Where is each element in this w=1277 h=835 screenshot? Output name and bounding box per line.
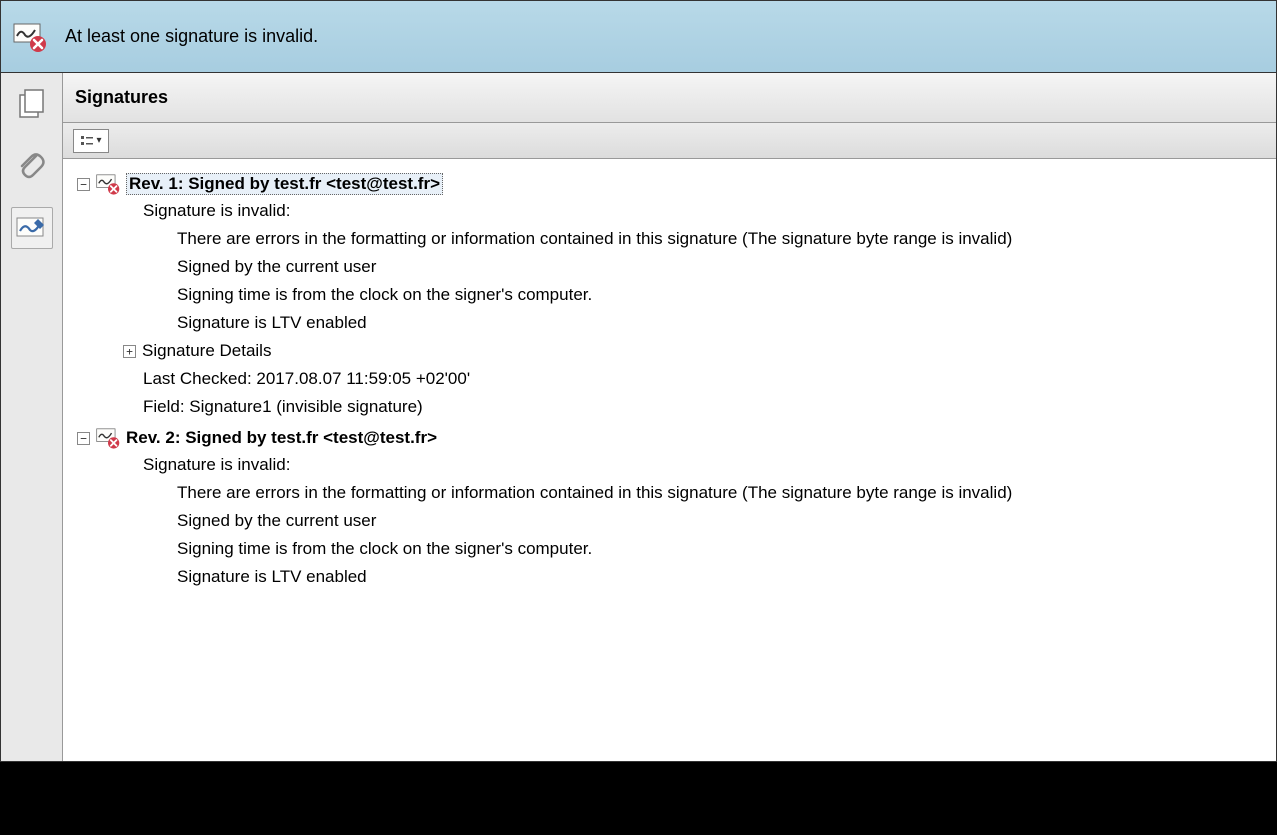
collapse-toggle[interactable]: − bbox=[77, 178, 90, 191]
signature-message: Signature is LTV enabled bbox=[177, 567, 367, 587]
chevron-down-icon: ▾ bbox=[96, 135, 101, 146]
signature-message: Signed by the current user bbox=[177, 511, 376, 531]
app-window: At least one signature is invalid. bbox=[0, 0, 1277, 762]
signature-invalid-icon bbox=[96, 173, 120, 195]
collapse-toggle[interactable]: − bbox=[77, 432, 90, 445]
signature-message: Signing time is from the clock on the si… bbox=[177, 285, 592, 305]
signature-status: Signature is invalid: bbox=[143, 201, 290, 221]
signature-node: − Rev. 2: Signed by test.fr <test@test.f… bbox=[77, 425, 1262, 591]
pages-icon bbox=[17, 88, 47, 120]
signature-header-row[interactable]: − Rev. 1: Signed by test.fr <test@test.f… bbox=[77, 171, 1262, 197]
last-checked: Last Checked: 2017.08.07 11:59:05 +02'00… bbox=[143, 369, 470, 389]
signature-title[interactable]: Rev. 1: Signed by test.fr <test@test.fr> bbox=[126, 173, 443, 195]
options-dropdown-button[interactable]: ▾ bbox=[73, 129, 109, 153]
signature-message: There are errors in the formatting or in… bbox=[177, 483, 1012, 503]
sidebar-attachments-button[interactable] bbox=[11, 145, 53, 187]
signature-header-row[interactable]: − Rev. 2: Signed by test.fr <test@test.f… bbox=[77, 425, 1262, 451]
sidebar bbox=[1, 73, 63, 761]
panel-toolbar: ▾ bbox=[63, 123, 1276, 159]
expand-toggle[interactable]: + bbox=[123, 345, 136, 358]
list-icon bbox=[80, 134, 94, 148]
signature-details-label: Signature Details bbox=[142, 341, 271, 361]
signature-details-row[interactable]: + Signature Details bbox=[123, 337, 1262, 365]
body: Signatures ▾ − bbox=[1, 73, 1276, 761]
signature-status: Signature is invalid: bbox=[143, 455, 290, 475]
signature-children: Signature is invalid: There are errors i… bbox=[77, 451, 1262, 591]
signature-invalid-icon bbox=[96, 427, 120, 449]
signature-title[interactable]: Rev. 2: Signed by test.fr <test@test.fr> bbox=[126, 428, 437, 448]
signature-message: Signing time is from the clock on the si… bbox=[177, 539, 592, 559]
signatures-panel: Signatures ▾ − bbox=[63, 73, 1276, 761]
alert-message: At least one signature is invalid. bbox=[65, 26, 318, 47]
signature-node: − Rev. 1: Signed by test.fr <test@test.f… bbox=[77, 171, 1262, 421]
signature-invalid-icon bbox=[13, 22, 47, 52]
signature-message: Signed by the current user bbox=[177, 257, 376, 277]
sidebar-signatures-button[interactable] bbox=[11, 207, 53, 249]
signature-message: There are errors in the formatting or in… bbox=[177, 229, 1012, 249]
signature-pen-icon bbox=[16, 215, 48, 241]
panel-title: Signatures bbox=[63, 73, 1276, 123]
signature-tree: − Rev. 1: Signed by test.fr <test@test.f… bbox=[63, 159, 1276, 761]
signature-alert-bar: At least one signature is invalid. bbox=[1, 1, 1276, 73]
field-label: Field: Signature1 (invisible signature) bbox=[143, 397, 423, 417]
sidebar-pages-button[interactable] bbox=[11, 83, 53, 125]
signature-message: Signature is LTV enabled bbox=[177, 313, 367, 333]
paperclip-icon bbox=[18, 151, 46, 181]
signature-children: Signature is invalid: There are errors i… bbox=[77, 197, 1262, 421]
